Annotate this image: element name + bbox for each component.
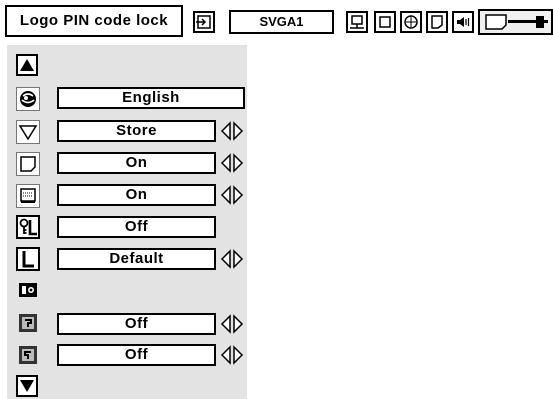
rear-value[interactable]: Off bbox=[57, 344, 216, 366]
language-value[interactable]: English bbox=[57, 87, 245, 109]
display-icon[interactable] bbox=[16, 152, 40, 176]
ceiling-icon[interactable] bbox=[16, 311, 40, 335]
rear-icon[interactable] bbox=[16, 343, 40, 367]
image-adjust-icon[interactable] bbox=[400, 11, 422, 33]
setting-icon[interactable] bbox=[478, 9, 553, 35]
logo-pin-lock-icon[interactable] bbox=[16, 215, 40, 239]
l-setting-value[interactable]: Default bbox=[57, 248, 216, 270]
left-right-arrows-icon[interactable] bbox=[220, 153, 244, 173]
scroll-up-button[interactable] bbox=[16, 54, 38, 76]
left-right-arrows-icon[interactable] bbox=[220, 121, 244, 141]
down-arrow-icon bbox=[20, 380, 34, 392]
sound-icon[interactable] bbox=[452, 11, 474, 33]
capture-camera-icon[interactable] bbox=[16, 278, 40, 302]
ceiling-value[interactable]: Off bbox=[57, 313, 216, 335]
left-right-arrows-icon[interactable] bbox=[220, 345, 244, 365]
screen-icon[interactable] bbox=[426, 11, 448, 33]
left-right-arrows-icon[interactable] bbox=[220, 314, 244, 334]
logo-value[interactable]: On bbox=[57, 184, 216, 206]
left-right-arrows-icon[interactable] bbox=[220, 249, 244, 269]
menu-position-icon[interactable] bbox=[16, 120, 40, 144]
logo-pin-lock-value[interactable]: Off bbox=[57, 216, 216, 238]
left-right-arrows-icon[interactable] bbox=[220, 185, 244, 205]
menu-position-value[interactable]: Store bbox=[57, 120, 216, 142]
input-icon[interactable] bbox=[193, 11, 215, 33]
pc-adjust-icon[interactable] bbox=[346, 11, 368, 33]
settings-menu: English Store On On Off Default Off Off bbox=[7, 45, 247, 399]
l-icon[interactable] bbox=[16, 247, 40, 271]
up-arrow-icon bbox=[20, 59, 34, 71]
menu-title: Logo PIN code lock bbox=[5, 5, 183, 37]
image-select-icon[interactable] bbox=[374, 11, 396, 33]
scroll-down-button[interactable] bbox=[16, 375, 38, 397]
logo-icon[interactable] bbox=[16, 184, 40, 208]
input-source-field: SVGA1 bbox=[229, 10, 334, 34]
display-value[interactable]: On bbox=[57, 152, 216, 174]
language-globe-icon[interactable] bbox=[16, 87, 40, 111]
